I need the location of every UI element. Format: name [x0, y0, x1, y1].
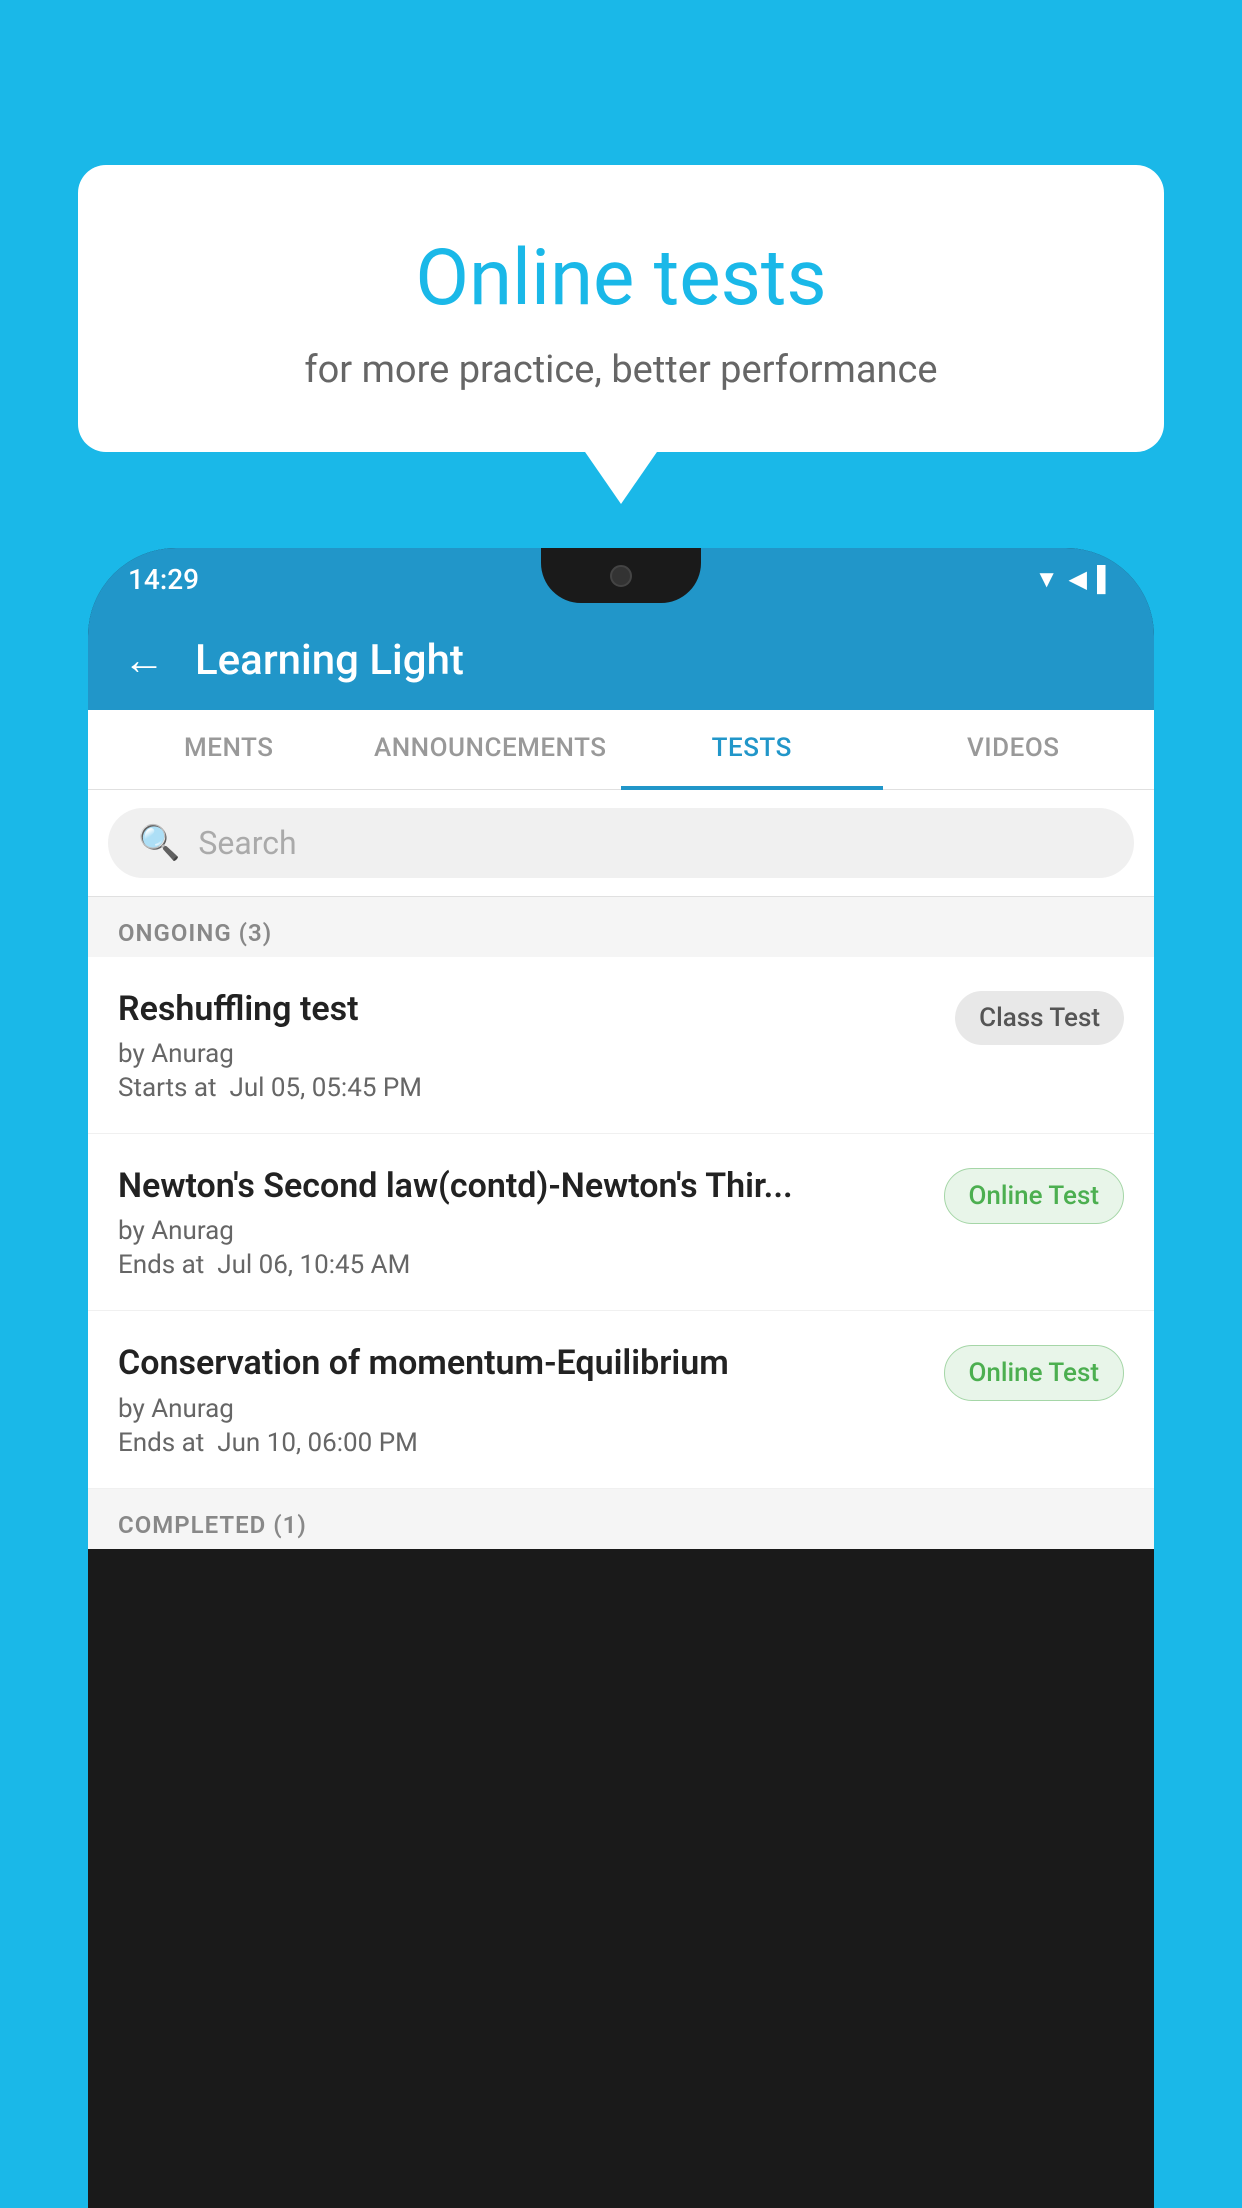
test-name: Newton's Second law(contd)-Newton's Thir…: [118, 1164, 924, 1208]
tab-videos[interactable]: VIDEOS: [883, 710, 1145, 790]
signal-icon: ◀: [1069, 565, 1087, 593]
test-badge-online-2: Online Test: [944, 1345, 1125, 1401]
test-date: Ends at Jun 10, 06:00 PM: [118, 1428, 924, 1458]
front-camera: [610, 565, 632, 587]
status-time: 14:29: [128, 563, 199, 596]
phone-frame: 14:29 ▼ ◀ ▌ ← Learning Light MENTS ANNOU…: [88, 548, 1154, 2208]
test-info: Conservation of momentum-Equilibrium by …: [118, 1341, 924, 1457]
promo-card: Online tests for more practice, better p…: [78, 165, 1164, 452]
app-screen: 🔍 Search ONGOING (3) Reshuffling test by…: [88, 790, 1154, 1549]
test-badge-online: Online Test: [944, 1168, 1125, 1224]
test-name: Conservation of momentum-Equilibrium: [118, 1341, 924, 1385]
status-icons: ▼ ◀ ▌: [1035, 565, 1114, 594]
test-info: Reshuffling test by Anurag Starts at Jul…: [118, 987, 935, 1103]
back-button[interactable]: ←: [123, 636, 165, 685]
completed-section-label: COMPLETED (1): [88, 1489, 1154, 1549]
test-date: Starts at Jul 05, 05:45 PM: [118, 1073, 935, 1103]
app-title: Learning Light: [195, 636, 464, 685]
search-placeholder: Search: [198, 824, 296, 862]
tabs-bar: MENTS ANNOUNCEMENTS TESTS VIDEOS: [88, 710, 1154, 790]
tab-ments[interactable]: MENTS: [98, 710, 360, 790]
test-by: by Anurag: [118, 1039, 935, 1069]
tab-announcements[interactable]: ANNOUNCEMENTS: [360, 710, 622, 790]
test-item[interactable]: Reshuffling test by Anurag Starts at Jul…: [88, 957, 1154, 1134]
test-by: by Anurag: [118, 1216, 924, 1246]
search-icon: 🔍: [138, 823, 180, 863]
ongoing-section-label: ONGOING (3): [88, 897, 1154, 957]
test-list: Reshuffling test by Anurag Starts at Jul…: [88, 957, 1154, 1549]
search-bar[interactable]: 🔍 Search: [108, 808, 1134, 878]
tab-tests[interactable]: TESTS: [621, 710, 883, 790]
test-item[interactable]: Newton's Second law(contd)-Newton's Thir…: [88, 1134, 1154, 1311]
test-name: Reshuffling test: [118, 987, 935, 1031]
wifi-icon: ▼: [1035, 565, 1059, 594]
test-badge-class: Class Test: [955, 991, 1124, 1045]
phone-notch: [541, 548, 701, 603]
test-by: by Anurag: [118, 1394, 924, 1424]
search-bar-wrap: 🔍 Search: [88, 790, 1154, 897]
test-info: Newton's Second law(contd)-Newton's Thir…: [118, 1164, 924, 1280]
promo-subtitle: for more practice, better performance: [138, 348, 1104, 392]
app-header: ← Learning Light: [88, 610, 1154, 710]
battery-icon: ▌: [1097, 565, 1114, 594]
promo-title: Online tests: [138, 233, 1104, 324]
test-item[interactable]: Conservation of momentum-Equilibrium by …: [88, 1311, 1154, 1488]
test-date: Ends at Jul 06, 10:45 AM: [118, 1250, 924, 1280]
